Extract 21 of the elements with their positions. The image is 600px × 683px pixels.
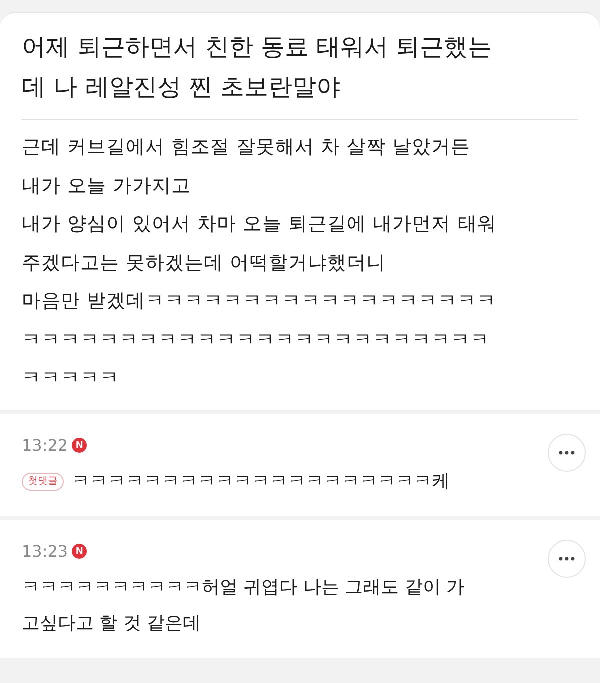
post-body-line: 내가 오늘 가가지고	[22, 174, 192, 198]
comment-text-line: 고싶다고 할 것 같은데	[22, 612, 202, 636]
post-body-line: ㅋㅋㅋㅋㅋㅋㅋㅋㅋㅋㅋㅋㅋㅋㅋㅋㅋㅋㅋㅋㅋㅋㅋㅋ	[22, 328, 491, 352]
more-icon	[559, 556, 575, 560]
post-body-line: 마음만 받겠데ㅋㅋㅋㅋㅋㅋㅋㅋㅋㅋㅋㅋㅋㅋㅋㅋㅋㅋ	[22, 289, 498, 314]
comment-time: 13:22	[22, 436, 68, 455]
more-button[interactable]	[548, 434, 586, 472]
comment-time: 13:23	[22, 542, 68, 561]
post-body-line: ㅋㅋㅋㅋㅋ	[22, 366, 120, 391]
post-body-line: 주겠다고는 못하겠는데 어떡할거냐했더니	[22, 250, 388, 276]
new-badge: N	[72, 544, 88, 559]
comment-text-line: ㅋㅋㅋㅋㅋㅋㅋㅋㅋㅋ허얼 귀엽다 나는 그래도 같이 가	[22, 576, 465, 600]
post-title-line: 데 나 레알진성 찐 초보란말야	[22, 72, 342, 103]
more-icon	[559, 450, 575, 454]
new-badge: N	[72, 438, 88, 453]
comment-text-line: ㅋㅋㅋㅋㅋㅋㅋㅋㅋㅋㅋㅋㅋㅋㅋㅋㅋㅋㅋㅋ케	[72, 470, 450, 494]
post-body-line: 내가 양심이 있어서 차마 오늘 퇴근길에 내가먼저 태워	[22, 212, 498, 237]
post-body-line: 근데 커브길에서 힘조절 잘못해서 차 살짝 날았거든	[22, 135, 472, 160]
more-button[interactable]	[548, 540, 586, 578]
post-title-line: 어제 퇴근하면서 친한 동료 태워서 퇴근했는	[22, 32, 494, 63]
first-comment-badge: 첫댓글	[22, 472, 64, 490]
